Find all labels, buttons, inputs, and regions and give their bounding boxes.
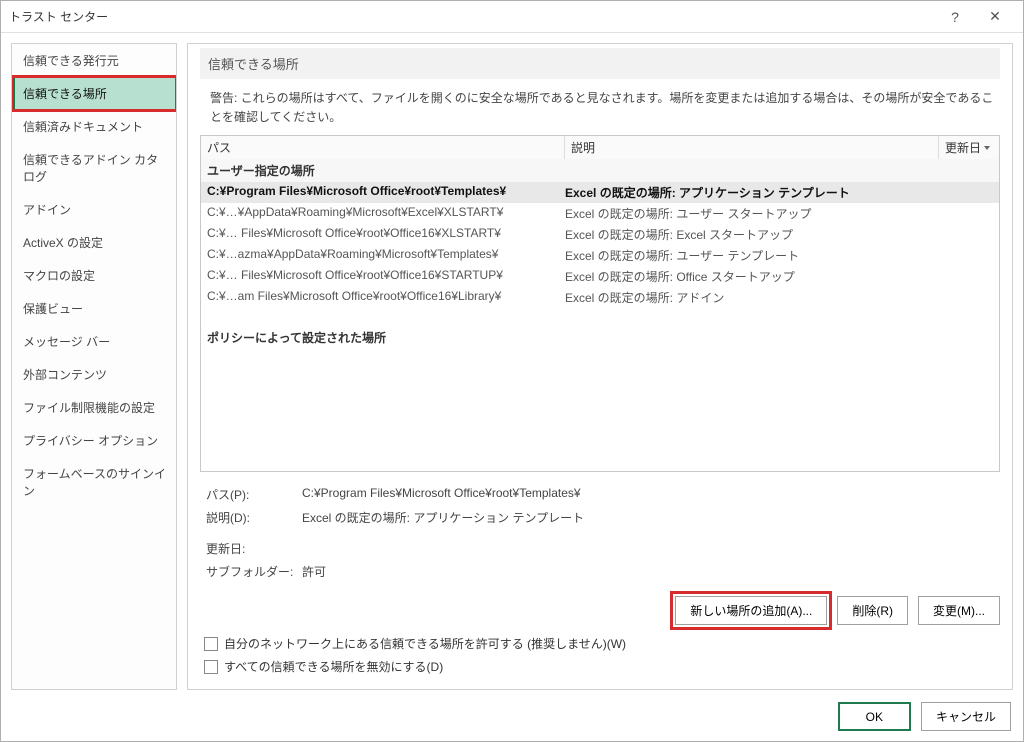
allow-network-label: 自分のネットワーク上にある信頼できる場所を許可する (推奨しません)(W): [224, 635, 626, 652]
table-header: パス 説明 更新日: [201, 136, 999, 159]
sidebar-item-trusted-documents[interactable]: 信頼済みドキュメント: [12, 110, 176, 143]
cell-path: C:¥… Files¥Microsoft Office¥root¥Office1…: [207, 268, 565, 285]
col-date-label: 更新日: [945, 139, 981, 156]
detail-date-value: [302, 540, 994, 557]
checkbox-icon: [204, 660, 218, 674]
cell-path: C:¥…azma¥AppData¥Roaming¥Microsoft¥Templ…: [207, 247, 565, 264]
detail-path-label: パス(P):: [206, 486, 302, 503]
sidebar-item-protected-view[interactable]: 保護ビュー: [12, 292, 176, 325]
help-icon[interactable]: ?: [935, 9, 975, 25]
cell-desc: Excel の既定の場所: Excel スタートアップ: [565, 226, 993, 243]
disable-all-checkbox[interactable]: すべての信頼できる場所を無効にする(D): [204, 658, 996, 675]
sidebar-item-external-content[interactable]: 外部コンテンツ: [12, 358, 176, 391]
sort-dropdown-icon: [983, 144, 991, 152]
trust-center-dialog: トラスト センター ? ✕ 信頼できる発行元 信頼できる場所 信頼済みドキュメン…: [0, 0, 1024, 742]
cell-desc: Excel の既定の場所: アプリケーション テンプレート: [565, 184, 993, 201]
detail-desc-label: 説明(D):: [206, 509, 302, 526]
action-buttons: 新しい場所の追加(A)... 削除(R) 変更(M)...: [200, 596, 1000, 625]
table-body: ユーザー指定の場所 C:¥Program Files¥Microsoft Off…: [201, 159, 999, 472]
locations-table: パス 説明 更新日 ユーザー指定の場所 C:¥Program Files¥Mic…: [200, 135, 1000, 472]
disable-all-label: すべての信頼できる場所を無効にする(D): [224, 658, 443, 675]
checkboxes: 自分のネットワーク上にある信頼できる場所を許可する (推奨しません)(W) すべ…: [200, 635, 1000, 681]
detail-path-value: C:¥Program Files¥Microsoft Office¥root¥T…: [302, 486, 994, 503]
main-panel: 信頼できる場所 警告: これらの場所はすべて、ファイルを開くのに安全な場所である…: [187, 43, 1013, 690]
col-desc[interactable]: 説明: [565, 136, 939, 159]
sidebar-item-addins[interactable]: アドイン: [12, 193, 176, 226]
table-row[interactable]: C:¥Program Files¥Microsoft Office¥root¥T…: [201, 182, 999, 203]
modify-button[interactable]: 変更(M)...: [918, 596, 1000, 625]
warning-text: 警告: これらの場所はすべて、ファイルを開くのに安全な場所であると見なされます。…: [200, 89, 1000, 135]
col-date[interactable]: 更新日: [939, 136, 999, 159]
ok-button[interactable]: OK: [838, 702, 911, 731]
sidebar-item-privacy[interactable]: プライバシー オプション: [12, 424, 176, 457]
cell-path: C:¥…¥AppData¥Roaming¥Microsoft¥Excel¥XLS…: [207, 205, 565, 222]
sidebar-item-file-block[interactable]: ファイル制限機能の設定: [12, 391, 176, 424]
cell-desc: Excel の既定の場所: ユーザー スタートアップ: [565, 205, 993, 222]
sidebar-item-form-signin[interactable]: フォームベースのサインイン: [12, 457, 176, 507]
sidebar-item-trusted-addin-catalogs[interactable]: 信頼できるアドイン カタログ: [12, 143, 176, 193]
sidebar-item-trusted-locations[interactable]: 信頼できる場所: [12, 77, 176, 110]
cell-path: C:¥Program Files¥Microsoft Office¥root¥T…: [207, 184, 565, 201]
close-icon[interactable]: ✕: [975, 8, 1015, 25]
checkbox-icon: [204, 637, 218, 651]
sidebar: 信頼できる発行元 信頼できる場所 信頼済みドキュメント 信頼できるアドイン カタ…: [11, 43, 177, 690]
allow-network-checkbox[interactable]: 自分のネットワーク上にある信頼できる場所を許可する (推奨しません)(W): [204, 635, 996, 652]
table-row[interactable]: C:¥… Files¥Microsoft Office¥root¥Office1…: [201, 224, 999, 245]
detail-date-label: 更新日:: [206, 540, 302, 557]
cell-desc: Excel の既定の場所: アドイン: [565, 289, 993, 306]
col-path[interactable]: パス: [201, 136, 565, 159]
table-row[interactable]: C:¥…am Files¥Microsoft Office¥root¥Offic…: [201, 287, 999, 308]
cell-desc: Excel の既定の場所: ユーザー テンプレート: [565, 247, 993, 264]
group-user: ユーザー指定の場所: [201, 159, 999, 182]
dialog-footer: OK キャンセル: [1, 694, 1023, 741]
cancel-button[interactable]: キャンセル: [921, 702, 1011, 731]
cell-path: C:¥…am Files¥Microsoft Office¥root¥Offic…: [207, 289, 565, 306]
detail-sub-label: サブフォルダー:: [206, 563, 302, 580]
detail-sub-value: 許可: [302, 563, 994, 580]
sidebar-item-activex[interactable]: ActiveX の設定: [12, 226, 176, 259]
group-policy: ポリシーによって設定された場所: [201, 326, 999, 349]
cell-path: C:¥… Files¥Microsoft Office¥root¥Office1…: [207, 226, 565, 243]
section-title: 信頼できる場所: [200, 48, 1000, 79]
detail-desc-value: Excel の既定の場所: アプリケーション テンプレート: [302, 509, 994, 526]
sidebar-item-macro[interactable]: マクロの設定: [12, 259, 176, 292]
window-title: トラスト センター: [9, 8, 935, 25]
table-row[interactable]: C:¥…azma¥AppData¥Roaming¥Microsoft¥Templ…: [201, 245, 999, 266]
sidebar-item-trusted-publishers[interactable]: 信頼できる発行元: [12, 44, 176, 77]
table-row[interactable]: C:¥…¥AppData¥Roaming¥Microsoft¥Excel¥XLS…: [201, 203, 999, 224]
sidebar-item-message-bar[interactable]: メッセージ バー: [12, 325, 176, 358]
remove-button[interactable]: 削除(R): [837, 596, 908, 625]
titlebar: トラスト センター ? ✕: [1, 1, 1023, 33]
cell-desc: Excel の既定の場所: Office スタートアップ: [565, 268, 993, 285]
table-row[interactable]: C:¥… Files¥Microsoft Office¥root¥Office1…: [201, 266, 999, 287]
details-panel: パス(P): C:¥Program Files¥Microsoft Office…: [200, 486, 1000, 586]
add-location-button[interactable]: 新しい場所の追加(A)...: [675, 596, 827, 625]
